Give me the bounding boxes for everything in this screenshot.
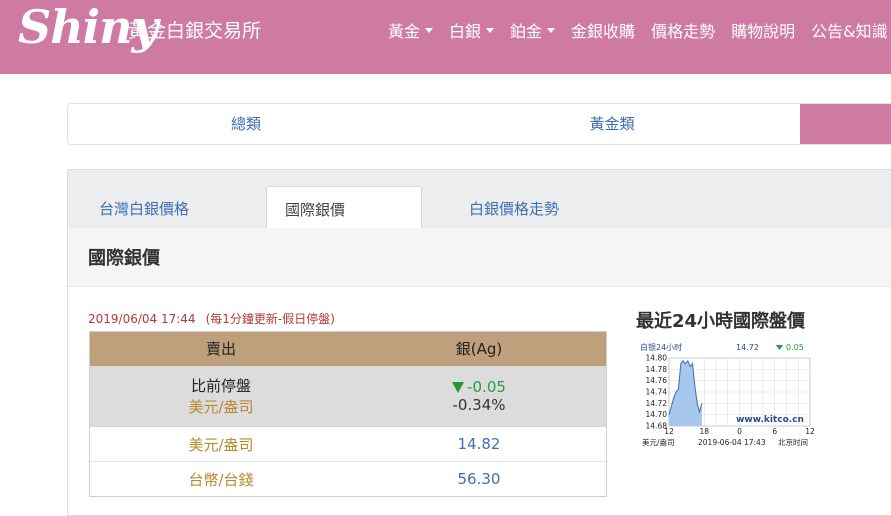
table-row: 美元/盎司 14.82 — [90, 427, 606, 462]
nav-platinum-label: 鉑金 — [510, 22, 543, 41]
nav-price-trend-label: 價格走勢 — [651, 22, 716, 41]
down-arrow-icon — [776, 345, 783, 350]
section-header: 國際銀價 — [68, 228, 891, 287]
nav-platinum[interactable]: 鉑金 — [510, 18, 556, 42]
y-tick-label: 14.78 — [646, 365, 668, 374]
change-percent: -0.34% — [452, 396, 506, 414]
row-value-usd-oz: 14.82 — [457, 435, 501, 453]
y-tick-label: 14.74 — [646, 388, 668, 397]
caret-down-icon — [486, 27, 495, 33]
main-nav: 黃金 白銀 鉑金 金銀收購 價格走勢 購物說明 公告&知識 — [388, 18, 891, 42]
row-label-twd-qian: 台幣/台錢 — [188, 470, 254, 489]
nav-silver-label: 白銀 — [449, 22, 482, 41]
y-tick-label: 14.72 — [646, 399, 668, 408]
category-tabs: 總類 黃金類 — [67, 103, 891, 145]
header-sell: 賣出 — [205, 340, 236, 358]
chart-unit-label: 美元/盎司 — [642, 437, 675, 447]
row-value-twd-qian: 56.30 — [457, 470, 501, 488]
chart-change: 0.05 — [786, 343, 804, 352]
change-value: -0.05 — [467, 378, 506, 396]
row-label-usd-oz: 美元/盎司 — [188, 435, 254, 454]
nav-price-trend[interactable]: 價格走勢 — [651, 18, 715, 42]
chart-heading: 最近24小時國際盤價 — [636, 311, 806, 332]
down-arrow-icon — [452, 382, 465, 393]
category-tab-all[interactable]: 總類 — [68, 104, 424, 144]
price-panel: 台灣白銀價格 國際銀價 白銀價格走勢 國際銀價 2019/06/04 17:44… — [67, 169, 891, 516]
chart-watermark: www.kitco.cn — [736, 415, 804, 425]
header-silver-ag: 銀(Ag) — [455, 340, 503, 358]
top-header: Shiny 黃金白銀交易所 黃金 白銀 鉑金 金銀收購 價格走勢 購物說明 公告… — [0, 0, 891, 74]
change-label: 比前停盤 — [190, 377, 251, 395]
section-title: 國際銀價 — [88, 248, 160, 269]
nav-buyback[interactable]: 金銀收購 — [571, 18, 635, 42]
change-row: 比前停盤 美元/盎司 -0.05 -0.34% — [90, 366, 606, 427]
x-tick-label: 18 — [699, 427, 709, 436]
x-tick-label: 12 — [805, 427, 815, 436]
category-tab-gold[interactable]: 黃金類 — [434, 104, 790, 144]
chart-title: 白银24小时 — [640, 342, 682, 352]
tab-international-silver-label: 國際銀價 — [285, 201, 346, 219]
update-datetime: 2019/06/04 17:44 — [88, 312, 196, 326]
tab-international-silver-price[interactable]: 國際銀價 — [266, 186, 422, 229]
nav-silver[interactable]: 白銀 — [449, 18, 495, 42]
chart-timezone: 北京时间 — [778, 437, 808, 447]
category-tab-active[interactable] — [800, 104, 891, 144]
silver-24h-chart: 14.8014.7814.7614.7414.7214.7014.6812 18 0… — [640, 342, 815, 447]
chart-current: 14.72 — [736, 343, 759, 352]
y-tick-label: 14.70 — [646, 410, 668, 419]
table-row: 台幣/台錢 56.30 — [90, 462, 606, 496]
caret-down-icon — [425, 27, 434, 33]
chart-timestamp: 2019-06-04 17:43 — [698, 438, 766, 447]
update-timestamp: 2019/06/04 17:44 (每1分鐘更新-假日停盤) — [88, 310, 335, 327]
caret-down-icon — [547, 27, 556, 33]
nav-buyback-label: 金銀收購 — [571, 22, 636, 41]
nav-gold[interactable]: 黃金 — [388, 18, 434, 42]
change-label-cell: 比前停盤 美元/盎司 — [90, 366, 352, 426]
silver-price-table: 賣出 銀(Ag) 比前停盤 美元/盎司 -0.05 -0.34% 美元/盎司 1… — [89, 331, 607, 497]
change-unit: 美元/盎司 — [188, 398, 254, 416]
table-header: 賣出 銀(Ag) — [90, 332, 606, 366]
nav-gold-label: 黃金 — [388, 22, 421, 41]
nav-shopping-guide-label: 購物說明 — [731, 22, 796, 41]
x-tick-label: 6 — [772, 427, 777, 436]
x-tick-label: 12 — [664, 427, 674, 436]
update-note: (每1分鐘更新-假日停盤) — [205, 312, 335, 326]
y-tick-label: 14.76 — [646, 376, 668, 385]
tab-taiwan-silver-price[interactable]: 台灣白銀價格 — [99, 198, 189, 219]
change-amount: -0.05 — [452, 378, 506, 396]
x-tick-label: 0 — [737, 427, 742, 436]
logo-subtitle: 黃金白銀交易所 — [128, 20, 262, 42]
nav-shopping-guide[interactable]: 購物說明 — [731, 18, 795, 42]
change-value-cell: -0.05 -0.34% — [352, 366, 606, 426]
tab-silver-price-trend[interactable]: 白銀價格走勢 — [469, 198, 559, 219]
y-tick-label: 14.80 — [646, 354, 668, 363]
nav-announcements-label: 公告&知識 — [811, 22, 888, 41]
nav-announcements[interactable]: 公告&知識 — [811, 18, 887, 42]
